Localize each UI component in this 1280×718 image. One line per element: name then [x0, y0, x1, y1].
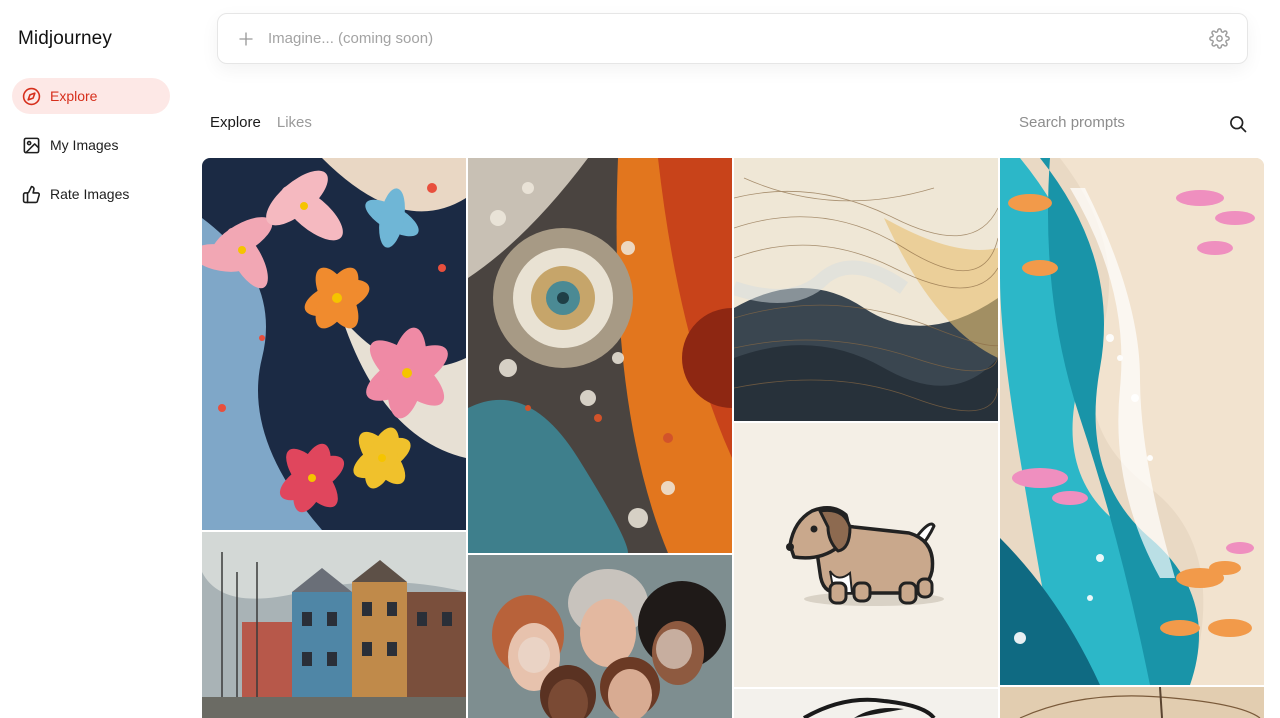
image-gallery — [202, 158, 1264, 718]
gallery-image-harbor-houses[interactable] — [202, 532, 466, 718]
compass-icon — [21, 86, 41, 106]
image-icon — [21, 135, 41, 155]
gallery-image-line-waves[interactable] — [734, 158, 998, 421]
gear-icon[interactable] — [1208, 28, 1230, 50]
sidebar-item-label: Explore — [50, 88, 98, 104]
gallery-image-women-portrait[interactable] — [468, 555, 732, 718]
sidebar-item-explore[interactable]: Explore — [12, 78, 170, 114]
prompt-bar — [217, 13, 1248, 64]
thumbs-up-icon — [21, 184, 41, 204]
sidebar-item-label: My Images — [50, 137, 119, 153]
prompt-input[interactable] — [268, 30, 1208, 47]
gallery-image-dachshund[interactable] — [734, 423, 998, 687]
sidebar-nav: Explore My Images Rate Images — [12, 78, 170, 225]
brand-title[interactable]: Midjourney — [18, 28, 112, 50]
gallery-image-abstract-eye[interactable] — [468, 158, 732, 553]
gallery-image-sepia[interactable] — [1000, 687, 1264, 718]
search-prompts-input[interactable]: Search prompts — [1019, 114, 1125, 131]
gallery-image-paper-river[interactable] — [1000, 158, 1264, 685]
tab-explore[interactable]: Explore — [210, 114, 261, 131]
gallery-image-sketch[interactable] — [734, 689, 998, 718]
plus-icon[interactable] — [235, 30, 257, 48]
gallery-image-flowers[interactable] — [202, 158, 466, 530]
sidebar: Midjourney Explore My Images Rate Images — [0, 0, 190, 718]
sidebar-item-rate-images[interactable]: Rate Images — [12, 176, 170, 212]
sidebar-item-label: Rate Images — [50, 186, 130, 202]
tab-likes[interactable]: Likes — [277, 114, 312, 131]
gallery-tabs: Explore Likes — [210, 114, 312, 131]
search-icon[interactable] — [1228, 114, 1248, 134]
sidebar-item-my-images[interactable]: My Images — [12, 127, 170, 163]
